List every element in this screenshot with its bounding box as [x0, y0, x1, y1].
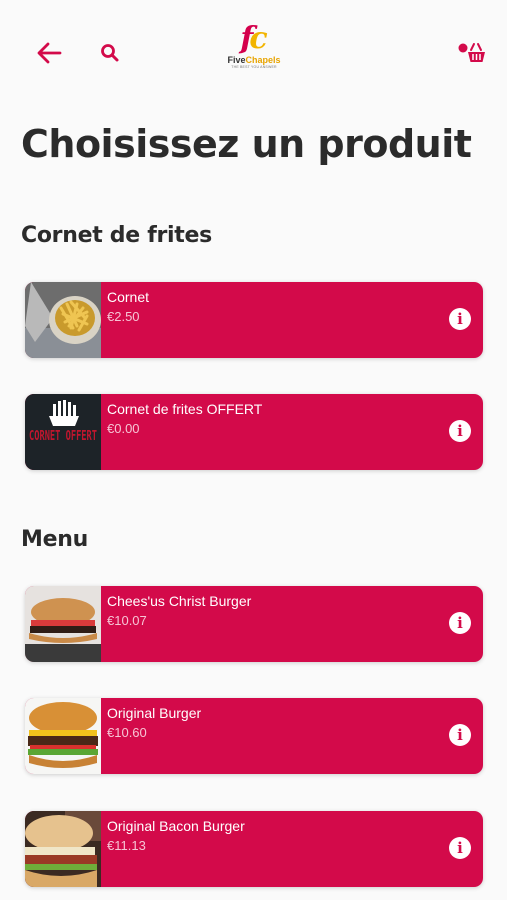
product-name: Original Bacon Burger — [107, 818, 245, 834]
info-icon[interactable]: i — [449, 612, 471, 634]
product-price: €2.50 — [107, 309, 140, 324]
section-title-cornet: Cornet de frites — [21, 223, 212, 248]
basket-icon[interactable] — [455, 38, 489, 68]
product-name: Cornet — [107, 289, 150, 305]
product-image-fries — [25, 282, 101, 358]
section-title-menu: Menu — [21, 527, 88, 552]
product-card-original-burger[interactable]: Original Burger €10.60 i — [25, 698, 483, 774]
product-card-cornet[interactable]: Cornet €2.50 i — [25, 282, 483, 358]
product-name: Original Burger — [107, 705, 202, 721]
logo-name-part2: Chapels — [245, 55, 281, 65]
arrow-left-icon[interactable] — [34, 38, 64, 68]
info-icon[interactable]: i — [449, 308, 471, 330]
product-price: €10.07 — [107, 613, 147, 628]
logo-letter-c: c — [249, 21, 268, 56]
product-image-bacon-burger — [25, 811, 101, 887]
page-title: Choisissez un produit — [21, 122, 472, 166]
search-icon[interactable] — [96, 38, 124, 68]
info-icon[interactable]: i — [449, 724, 471, 746]
info-icon[interactable]: i — [449, 420, 471, 442]
logo-tagline: THE BEST YOU ANSWER — [231, 65, 277, 69]
product-price: €10.60 — [107, 725, 147, 740]
cornet-offert-thumb-text: CORNET OFFERT — [29, 429, 97, 444]
product-price: €11.13 — [107, 838, 146, 853]
product-image-original-burger — [25, 698, 101, 774]
product-name: Chees'us Christ Burger — [107, 593, 252, 609]
brand-logo[interactable]: fc FiveChapels THE BEST YOU ANSWER — [222, 24, 286, 78]
product-price: €0.00 — [107, 421, 140, 436]
product-image-cornet-offert: CORNET OFFERT — [25, 394, 101, 470]
product-image-cheesus-burger — [25, 586, 101, 662]
product-card-cornet-offert[interactable]: CORNET OFFERT Cornet de frites OFFERT €0… — [25, 394, 483, 470]
product-name: Cornet de frites OFFERT — [107, 401, 263, 417]
top-bar: fc FiveChapels THE BEST YOU ANSWER — [0, 0, 507, 100]
info-icon[interactable]: i — [449, 837, 471, 859]
product-card-cheesus-burger[interactable]: Chees'us Christ Burger €10.07 i — [25, 586, 483, 662]
logo-name-part1: Five — [227, 55, 246, 65]
product-card-bacon-burger[interactable]: Original Bacon Burger €11.13 i — [25, 811, 483, 887]
